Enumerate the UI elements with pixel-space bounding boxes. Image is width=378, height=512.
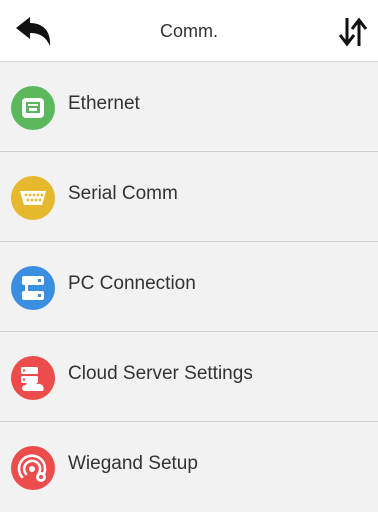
- menu-item-label: Wiegand Setup: [68, 453, 198, 474]
- page-title: Comm.: [160, 21, 218, 41]
- sort-button[interactable]: [336, 16, 370, 48]
- menu-item-label: Serial Comm: [68, 183, 178, 204]
- pc-connection-icon: [11, 266, 55, 310]
- menu-item-label: PC Connection: [68, 273, 196, 294]
- menu-item-label: Ethernet: [68, 93, 140, 114]
- cloud-server-icon: [11, 356, 55, 400]
- wiegand-icon: [11, 446, 55, 490]
- menu-item-serial-comm[interactable]: Serial Comm: [0, 152, 378, 242]
- comm-menu-list: Ethernet Serial Comm PC Connection Cloud…: [0, 62, 378, 512]
- menu-item-ethernet[interactable]: Ethernet: [0, 62, 378, 152]
- menu-item-pc-connection[interactable]: PC Connection: [0, 242, 378, 332]
- serial-port-icon: [11, 176, 55, 220]
- menu-item-cloud-server-settings[interactable]: Cloud Server Settings: [0, 332, 378, 422]
- ethernet-icon: [11, 86, 55, 130]
- menu-item-wiegand-setup[interactable]: Wiegand Setup: [0, 422, 378, 512]
- top-bar: Comm.: [0, 0, 378, 62]
- sort-arrows-icon: [338, 17, 368, 47]
- menu-item-label: Cloud Server Settings: [68, 363, 253, 384]
